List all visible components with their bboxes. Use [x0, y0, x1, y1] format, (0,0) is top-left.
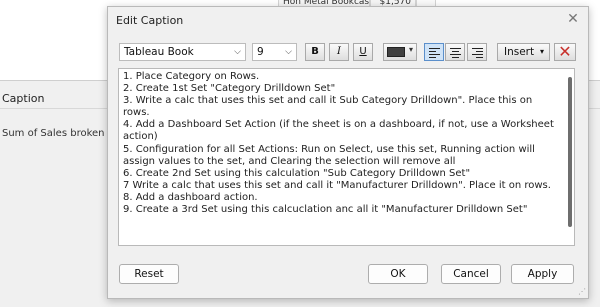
insert-label: Insert: [504, 46, 535, 58]
cancel-button[interactable]: Cancel: [441, 264, 501, 284]
caption-text-editor[interactable]: 1. Place Category on Rows. 2. Create 1st …: [118, 68, 575, 246]
caption-line: 8. Add a dashboard action.: [123, 191, 258, 203]
caption-line: 4. Add a Dashboard Set Action (if the sh…: [123, 119, 554, 143]
insert-button[interactable]: Insert ▾: [497, 43, 550, 61]
caption-preview-text: Sum of Sales broken d: [2, 128, 115, 139]
chevron-down-icon: ▾: [539, 47, 544, 56]
format-toolbar: Tableau Book ⌵ 9 ⌵ B I U ▾ Insert ▾ ✕: [119, 43, 579, 61]
dialog-title: Edit Caption: [116, 14, 184, 27]
align-left-button[interactable]: [424, 43, 444, 61]
close-icon[interactable]: ✕: [564, 10, 582, 28]
reset-button[interactable]: Reset: [119, 264, 179, 284]
clear-x-icon[interactable]: ✕: [554, 43, 576, 61]
align-right-button[interactable]: [467, 43, 487, 61]
apply-button[interactable]: Apply: [511, 264, 574, 284]
caption-panel-title: Caption: [2, 92, 45, 105]
font-family-select[interactable]: Tableau Book ⌵: [119, 43, 246, 61]
caption-line: 3. Write a calc that uses this set and c…: [123, 95, 533, 119]
caption-line: 6. Create 2nd Set using this calculation…: [123, 167, 471, 179]
font-family-value: Tableau Book: [124, 46, 194, 58]
caption-text-body[interactable]: 1. Place Category on Rows. 2. Create 1st …: [123, 71, 561, 216]
resize-grip-icon[interactable]: ⋰: [578, 288, 586, 296]
chevron-down-icon: ▾: [408, 45, 413, 54]
align-left-icon: [429, 48, 440, 60]
ok-button[interactable]: OK: [368, 264, 428, 284]
vertical-scrollbar[interactable]: [568, 77, 572, 227]
color-swatch: [387, 47, 405, 57]
italic-button[interactable]: I: [329, 43, 349, 61]
align-center-button[interactable]: [445, 43, 465, 61]
caption-line: 2. Create 1st Set "Category Drilldown Se…: [123, 83, 336, 95]
bold-button[interactable]: B: [305, 43, 325, 61]
chevron-down-icon: ⌵: [285, 47, 292, 57]
caption-line: 9. Create a 3rd Set using this calcuclat…: [123, 204, 528, 216]
align-center-icon: [450, 48, 461, 60]
caption-line: 7 Write a calc that uses this set and ca…: [123, 179, 551, 191]
text-color-select[interactable]: ▾: [383, 43, 417, 61]
edit-caption-dialog: Edit Caption ✕ Tableau Book ⌵ 9 ⌵ B I U …: [107, 6, 589, 299]
font-size-select[interactable]: 9 ⌵: [252, 43, 297, 61]
underline-button[interactable]: U: [353, 43, 373, 61]
chevron-down-icon: ⌵: [234, 47, 241, 57]
align-right-icon: [472, 48, 483, 60]
caption-line: 5. Configuration for all Set Actions: Ru…: [123, 143, 535, 167]
font-size-value: 9: [257, 46, 264, 58]
caption-line: 1. Place Category on Rows.: [123, 71, 260, 82]
